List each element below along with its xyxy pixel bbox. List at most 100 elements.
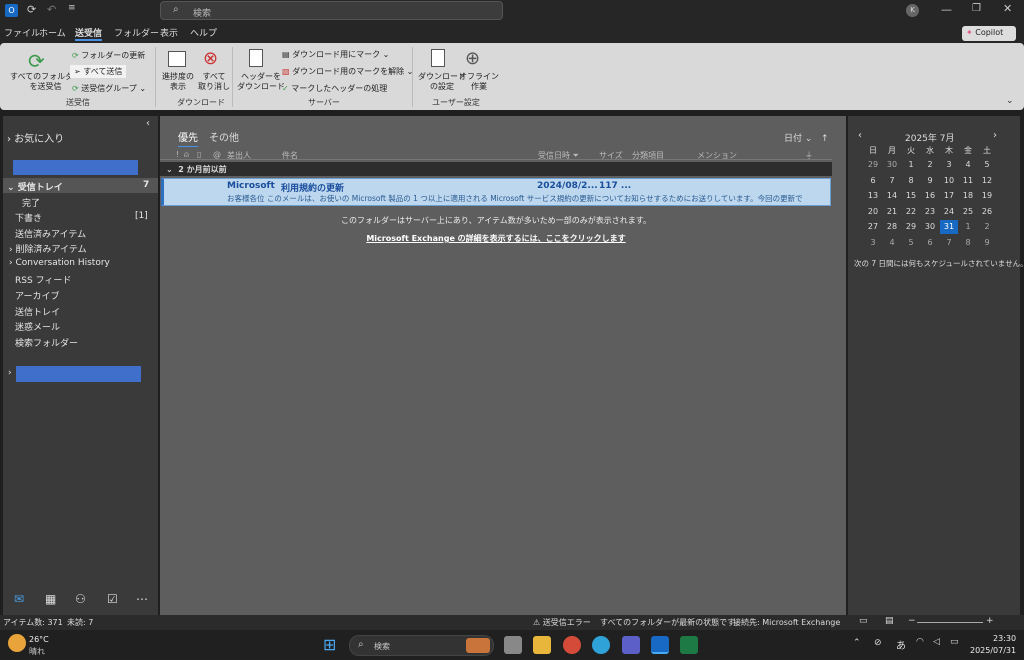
close-icon[interactable]: ✕ xyxy=(1003,2,1012,15)
column-subject[interactable]: 件名 xyxy=(282,150,298,161)
calendar-day[interactable]: 8 xyxy=(902,176,920,185)
teams-icon[interactable] xyxy=(622,636,640,654)
calendar-day[interactable]: 9 xyxy=(978,238,996,247)
calendar-day[interactable]: 7 xyxy=(940,238,958,247)
calendar-day[interactable]: 15 xyxy=(902,191,920,200)
calendar-day[interactable]: 2 xyxy=(978,222,996,231)
expand-account-icon[interactable]: › xyxy=(8,368,12,378)
zoom-slider[interactable] xyxy=(917,622,983,623)
menu-send-receive[interactable]: 送受信 xyxy=(75,26,103,41)
group-header-row[interactable] xyxy=(160,162,832,176)
folder-search[interactable]: 検索フォルダー xyxy=(15,336,78,349)
filter-icon[interactable]: ⏚ xyxy=(805,150,813,161)
doc-icon[interactable]: ▯ xyxy=(197,150,201,159)
search-box[interactable]: ⌕ 検索 xyxy=(160,1,503,20)
offline-button[interactable]: オフライン 作業 xyxy=(459,72,499,92)
sort-arrow-icon[interactable]: ↑ xyxy=(821,134,829,144)
download-headers-button[interactable]: ヘッダーを ダウンロード xyxy=(237,72,285,92)
minimize-icon[interactable]: — xyxy=(941,3,952,16)
restore-icon[interactable]: ❐ xyxy=(972,3,981,14)
unmark-download-button[interactable]: ▧ ダウンロード用のマークを解除 ⌄ xyxy=(282,66,413,77)
group-header[interactable]: ⌄ 2 か月前以前 xyxy=(166,164,227,175)
calendar-day[interactable]: 7 xyxy=(883,176,901,185)
battery-icon[interactable]: ▭ xyxy=(950,637,959,647)
excel-icon[interactable] xyxy=(680,636,698,654)
calendar-day[interactable]: 23 xyxy=(921,207,939,216)
calendar-day[interactable]: 20 xyxy=(864,207,882,216)
column-size[interactable]: サイズ xyxy=(599,150,623,161)
column-received[interactable]: 受信日時 ⏷ xyxy=(538,150,579,161)
weather-icon[interactable] xyxy=(8,634,26,652)
clock-time[interactable]: 23:30 xyxy=(993,634,1016,643)
customize-icon[interactable]: ≡ xyxy=(68,3,76,13)
collapse-ribbon-icon[interactable]: ⌄ xyxy=(1006,96,1014,106)
calendar-day[interactable]: 30 xyxy=(883,160,901,169)
zoom-plus-icon[interactable]: + xyxy=(986,616,994,626)
calendar-day[interactable]: 25 xyxy=(959,207,977,216)
calendar-day[interactable]: 3 xyxy=(940,160,958,169)
calendar-day[interactable]: 16 xyxy=(921,191,939,200)
calendar-day[interactable]: 2 xyxy=(921,160,939,169)
calendar-day[interactable]: 21 xyxy=(883,207,901,216)
calendar-day[interactable]: 24 xyxy=(940,207,958,216)
calendar-day[interactable]: 26 xyxy=(978,207,996,216)
folder-done[interactable]: 完了 xyxy=(22,196,40,209)
calendar-day[interactable]: 19 xyxy=(978,191,996,200)
show-progress-button[interactable]: 進捗度の 表示 xyxy=(162,72,194,92)
sync-icon[interactable]: ⟳ xyxy=(27,3,36,16)
cancel-all-button[interactable]: すべて 取り消し xyxy=(198,72,230,92)
taskbar-search[interactable]: ⌕ 検索 xyxy=(349,635,494,656)
calendar-day[interactable]: 30 xyxy=(921,222,939,231)
send-receive-groups-button[interactable]: ⟳ 送受信グループ ⌄ xyxy=(72,83,146,94)
calendar-day[interactable]: 5 xyxy=(978,160,996,169)
sort-by-date[interactable]: 日付 ⌄ ↑ xyxy=(784,131,829,144)
calendar-day[interactable]: 17 xyxy=(940,191,958,200)
menu-home[interactable]: ホーム xyxy=(39,26,66,39)
mail-icon[interactable]: ✉ xyxy=(14,592,24,606)
tray-chevron-icon[interactable]: ⌃ xyxy=(853,638,861,648)
outlook-taskbar-icon[interactable] xyxy=(651,636,669,654)
calendar-day[interactable]: 27 xyxy=(864,222,882,231)
folder-rss[interactable]: RSS フィード xyxy=(15,273,71,286)
network-off-icon[interactable]: ⊘ xyxy=(874,638,882,648)
calendar-day[interactable]: 22 xyxy=(902,207,920,216)
tab-focused[interactable]: 優先 xyxy=(178,129,198,148)
process-marked-button[interactable]: ✓ マークしたヘッダーの処理 xyxy=(282,83,387,94)
menu-view[interactable]: 表示 xyxy=(160,26,178,39)
folder-drafts[interactable]: 下書き xyxy=(15,211,42,224)
send-all-button[interactable]: ➢ すべて送信 xyxy=(70,65,127,78)
calendar-day[interactable]: 4 xyxy=(959,160,977,169)
next-month-icon[interactable]: › xyxy=(993,130,997,141)
calendar-day[interactable]: 14 xyxy=(883,191,901,200)
chrome-icon[interactable] xyxy=(563,636,581,654)
start-icon[interactable]: ⊞ xyxy=(323,636,340,653)
people-icon[interactable]: ⚇ xyxy=(75,592,86,606)
update-folder-button[interactable]: ⟳ フォルダーの更新 xyxy=(72,50,145,61)
file-explorer-icon[interactable] xyxy=(533,636,551,654)
column-mention[interactable]: メンション xyxy=(697,150,737,161)
attachment-icon[interactable]: @ xyxy=(213,150,221,159)
calendar-day[interactable]: 8 xyxy=(959,238,977,247)
normal-view-icon[interactable]: ▭ xyxy=(859,616,868,626)
folder-conversation[interactable]: › Conversation History xyxy=(9,258,110,268)
calendar-day[interactable]: 13 xyxy=(864,191,882,200)
calendar-day[interactable]: 28 xyxy=(883,222,901,231)
collapse-pane-icon[interactable]: ‹ xyxy=(146,118,150,129)
calendar-day[interactable]: 6 xyxy=(864,176,882,185)
folder-inbox[interactable]: ⌄ 受信トレイ xyxy=(7,180,63,193)
menu-file[interactable]: ファイル xyxy=(4,26,40,39)
calendar-day[interactable]: 1 xyxy=(902,160,920,169)
calendar-day[interactable]: 29 xyxy=(864,160,882,169)
column-from[interactable]: 差出人 xyxy=(227,150,251,161)
menu-folder[interactable]: フォルダー xyxy=(114,26,159,39)
calendar-day[interactable]: 9 xyxy=(921,176,939,185)
calendar-day[interactable]: 29 xyxy=(902,222,920,231)
task-view-icon[interactable] xyxy=(504,636,522,654)
reading-view-icon[interactable]: ▤ xyxy=(885,616,894,626)
calendar-day[interactable]: 10 xyxy=(940,176,958,185)
wifi-icon[interactable]: ◠ xyxy=(916,637,924,647)
edge-icon[interactable] xyxy=(592,636,610,654)
zoom-minus-icon[interactable]: − xyxy=(908,616,916,626)
clock-date[interactable]: 2025/07/31 xyxy=(970,646,1016,655)
calendar-day[interactable]: 1 xyxy=(959,222,977,231)
